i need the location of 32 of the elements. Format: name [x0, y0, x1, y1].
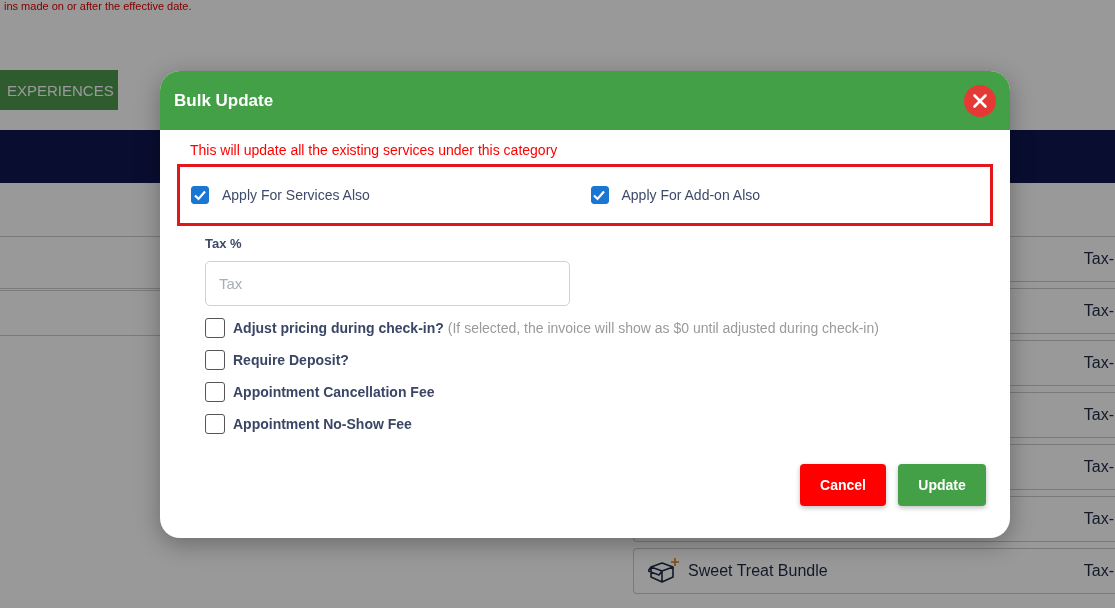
primary-button[interactable]: Update [898, 464, 986, 506]
checkbox[interactable] [590, 186, 609, 204]
field-label: Tax % [205, 236, 243, 251]
checkbox[interactable] [205, 318, 225, 338]
tax-input-field[interactable]: Tax [205, 261, 570, 306]
checkbox-label: Apply For Add-on Also [621, 187, 761, 203]
tax-label: Tax- [1083, 250, 1115, 268]
box-plus-icon [648, 557, 680, 585]
tax-label: Tax- [1083, 458, 1115, 476]
tax-label: Tax- [1083, 562, 1115, 580]
checkbox-label: Require Deposit? [233, 352, 349, 368]
checkbox[interactable] [205, 350, 225, 370]
checkbox-label: Appointment Cancellation Fee [233, 384, 435, 400]
tax-label: Tax- [1083, 354, 1115, 372]
checkbox[interactable] [205, 414, 225, 434]
cancel-button[interactable]: Cancel [800, 464, 886, 506]
checkbox[interactable] [205, 382, 225, 402]
warning-text: This will update all the existing services under this category [189, 142, 559, 158]
checkbox-label: Adjust pricing during check-in? [233, 320, 444, 336]
list-card[interactable]: Sweet Treat Bundle Tax- [633, 548, 1115, 594]
notice-text: ins made on or after the effective date. [3, 0, 193, 12]
checkbox[interactable] [191, 186, 209, 204]
card-title: Sweet Treat Bundle [688, 562, 828, 580]
hint-text: (If selected, the invoice will show as $0 until adjusted during check-in) [447, 320, 879, 336]
checkbox-label: Appointment No-Show Fee [233, 416, 412, 432]
checkbox-label: Apply For Services Also [222, 187, 370, 203]
experiences-button[interactable]: EXPERIENCES [0, 70, 118, 110]
dialog-title: Bulk Update [174, 90, 274, 111]
tax-label: Tax- [1083, 406, 1115, 424]
tax-label: Tax- [1083, 510, 1115, 528]
tax-label: Tax- [1083, 302, 1115, 320]
close-icon[interactable] [964, 84, 996, 117]
